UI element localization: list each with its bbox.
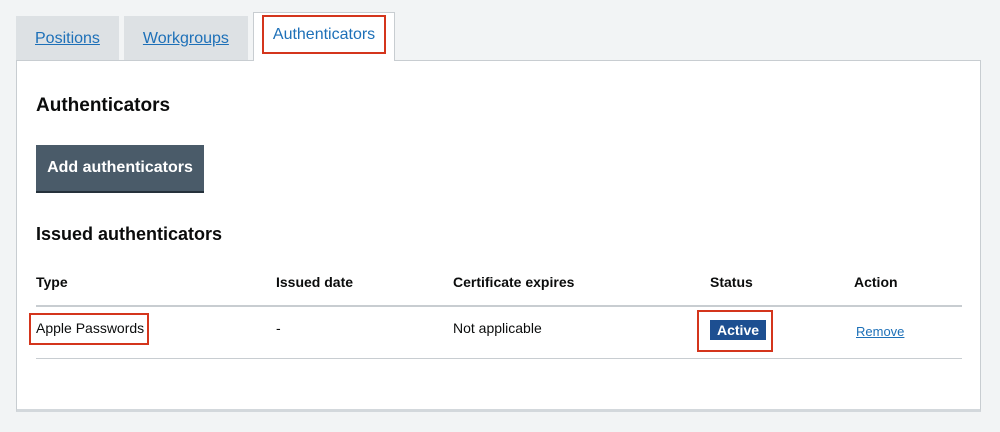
table-row: Apple Passwords - Not applicable Active … bbox=[29, 307, 962, 359]
cell-issued-date: - bbox=[276, 320, 281, 336]
header-status: Status bbox=[710, 274, 753, 290]
header-type: Type bbox=[36, 274, 68, 290]
tab-positions-label: Positions bbox=[35, 29, 100, 47]
remove-link[interactable]: Remove bbox=[856, 324, 904, 339]
header-action: Action bbox=[854, 274, 898, 290]
header-issued-date: Issued date bbox=[276, 274, 354, 290]
tab-authenticators[interactable]: Authenticators bbox=[252, 12, 396, 61]
tab-positions[interactable]: Positions bbox=[16, 16, 119, 61]
issued-authenticators-table: Type Issued date Certificate expires Sta… bbox=[29, 261, 962, 359]
cell-type: Apple Passwords bbox=[36, 320, 145, 336]
add-authenticators-button[interactable]: Add authenticators bbox=[36, 145, 204, 191]
status-badge: Active bbox=[710, 320, 767, 340]
tab-authenticators-label: Authenticators bbox=[261, 14, 387, 54]
header-certificate-expires: Certificate expires bbox=[453, 274, 575, 290]
section-title: Issued authenticators bbox=[36, 224, 223, 244]
tab-workgroups[interactable]: Workgroups bbox=[123, 16, 248, 61]
tab-workgroups-label: Workgroups bbox=[142, 29, 229, 47]
authenticators-panel: Authenticators Add authenticators Issued… bbox=[16, 60, 981, 412]
cell-certificate-expires: Not applicable bbox=[453, 320, 542, 336]
page-title: Authenticators bbox=[36, 95, 171, 116]
page: Positions Workgroups Authenticators Auth… bbox=[0, 0, 1000, 432]
tab-bar: Positions Workgroups Authenticators bbox=[16, 12, 400, 61]
table-header-row: Type Issued date Certificate expires Sta… bbox=[36, 261, 962, 307]
